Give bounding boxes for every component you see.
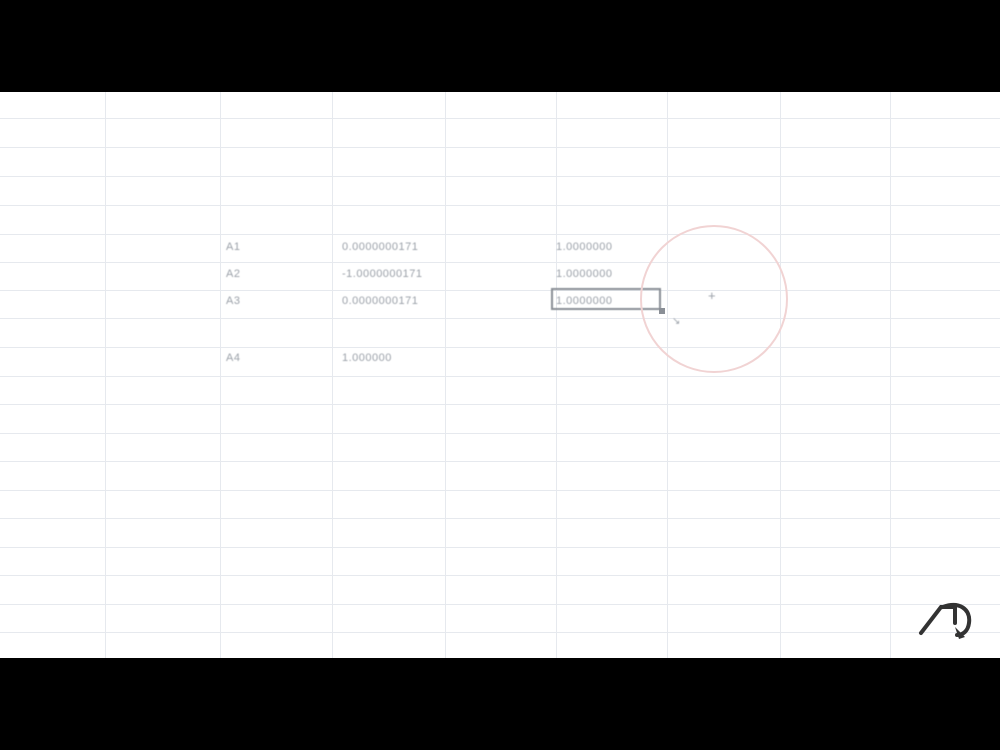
cell-value[interactable]: 0.0000000171 bbox=[342, 241, 492, 253]
cell-value[interactable]: -1.0000000171 bbox=[342, 268, 492, 280]
logo-icon bbox=[919, 603, 972, 639]
cell-value[interactable]: 1.0000000 bbox=[556, 268, 656, 280]
grid-row-line bbox=[0, 461, 1000, 462]
grid-row-line bbox=[0, 604, 1000, 605]
cell-value[interactable]: 0.0000000171 bbox=[342, 295, 492, 307]
grid-row-line bbox=[0, 176, 1000, 177]
cell-label[interactable]: A3 bbox=[226, 295, 256, 307]
grid-row-line bbox=[0, 147, 1000, 148]
grid-row-line bbox=[0, 376, 1000, 377]
grid-col-line bbox=[890, 92, 891, 658]
grid-col-line bbox=[105, 92, 106, 658]
cell-label[interactable]: A2 bbox=[226, 268, 256, 280]
grid-row-line bbox=[0, 234, 1000, 235]
crosshair-cursor-icon: + bbox=[708, 288, 716, 303]
grid-row-line bbox=[0, 490, 1000, 491]
grid-col-line bbox=[220, 92, 221, 658]
grid-row-line bbox=[0, 290, 1000, 291]
cell-label[interactable]: A1 bbox=[226, 241, 256, 253]
grid-row-line bbox=[0, 347, 1000, 348]
grid-row-line bbox=[0, 518, 1000, 519]
cursor-arrow-icon: ↘ bbox=[672, 316, 681, 327]
grid-row-line bbox=[0, 575, 1000, 576]
grid-col-line bbox=[556, 92, 557, 658]
cell-label[interactable]: A4 bbox=[226, 352, 256, 364]
grid-row-line bbox=[0, 404, 1000, 405]
grid-row-line bbox=[0, 318, 1000, 319]
grid-row-line bbox=[0, 547, 1000, 548]
grid-col-line bbox=[445, 92, 446, 658]
grid-col-line bbox=[332, 92, 333, 658]
grid-row-line bbox=[0, 632, 1000, 633]
letterbox-top bbox=[0, 0, 1000, 92]
cell-value[interactable]: 1.0000000 bbox=[556, 241, 656, 253]
grid-row-line bbox=[0, 205, 1000, 206]
grid-row-line bbox=[0, 262, 1000, 263]
grid-row-line bbox=[0, 433, 1000, 434]
cell-value[interactable]: 1.000000 bbox=[342, 352, 492, 364]
letterbox-bottom bbox=[0, 658, 1000, 750]
grid-row-line bbox=[0, 118, 1000, 119]
grid-col-line bbox=[667, 92, 668, 658]
spreadsheet-grid[interactable]: A1 0.0000000171 1.0000000 A2 -1.00000001… bbox=[0, 92, 1000, 658]
grid-col-line bbox=[780, 92, 781, 658]
